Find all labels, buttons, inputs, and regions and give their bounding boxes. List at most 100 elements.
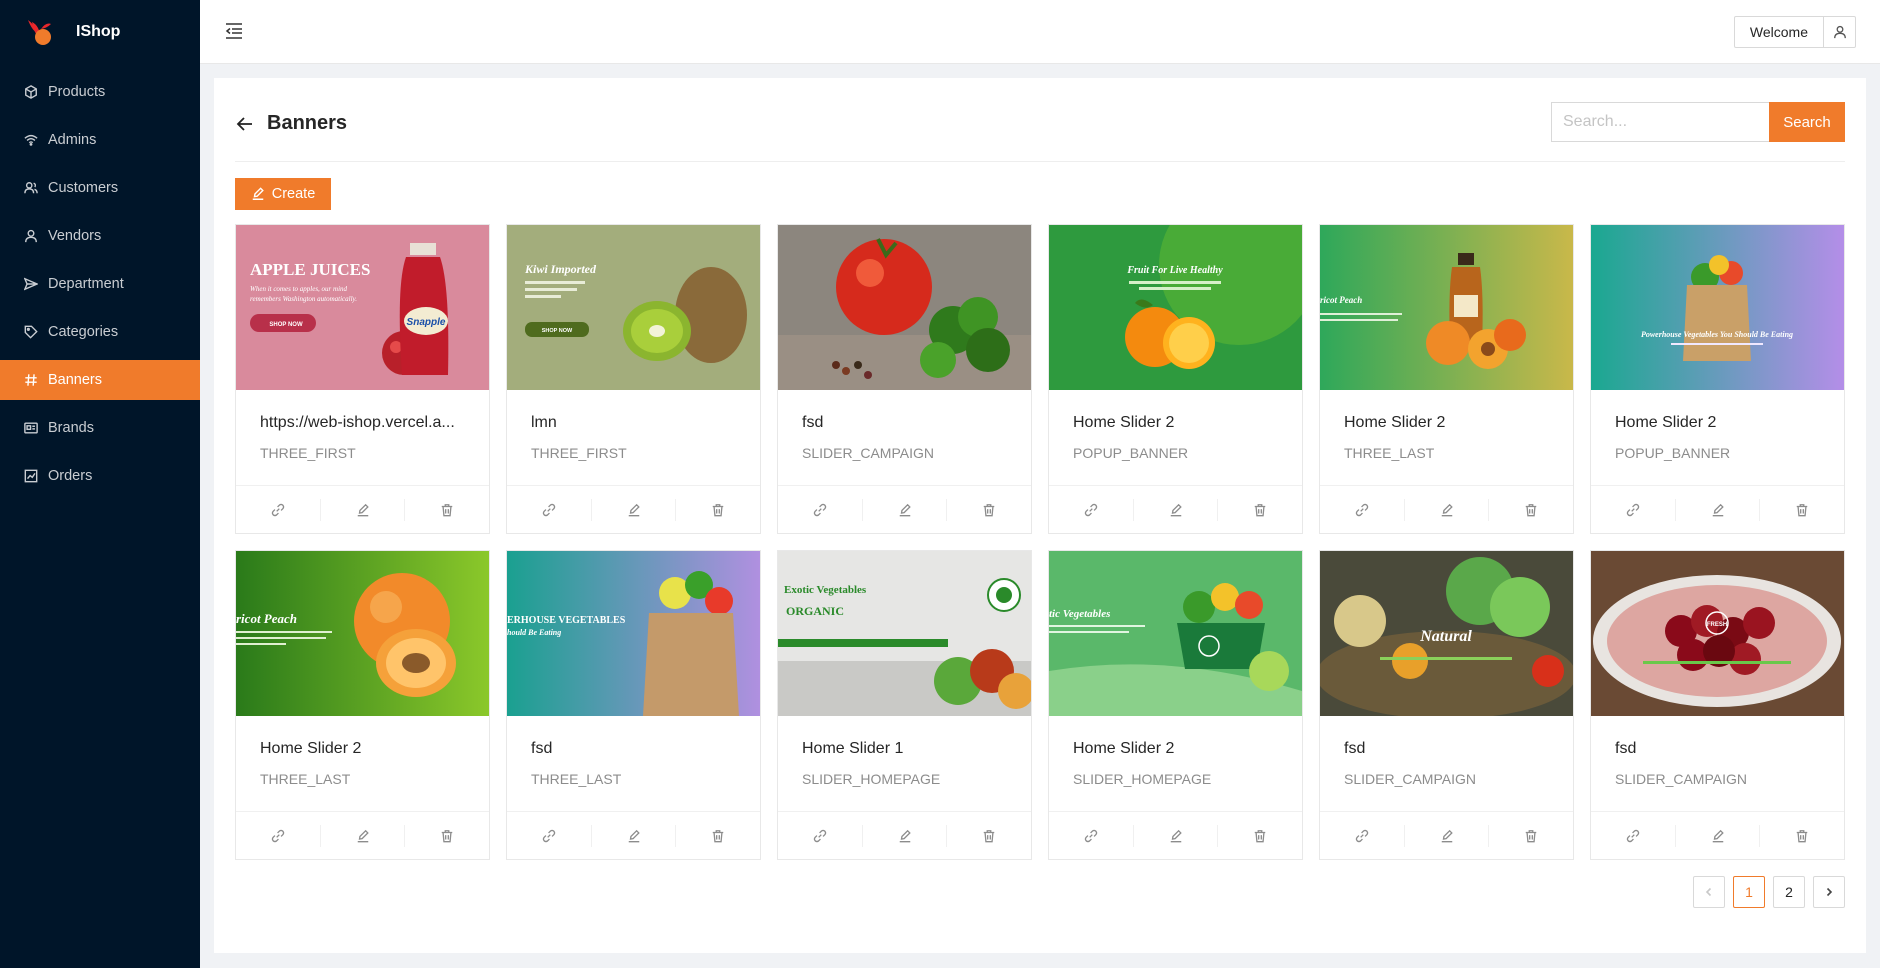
banner-edit-button[interactable]: [863, 498, 948, 521]
delete-icon: [1525, 829, 1537, 842]
banner-delete-button[interactable]: [1218, 499, 1302, 521]
link-icon: [1355, 503, 1369, 516]
arrow-left-icon[interactable]: [235, 114, 255, 134]
sidebar: IShop Products Admins Customers Vendors …: [0, 0, 200, 968]
banner-title: fsd: [802, 414, 824, 431]
banner-link-button[interactable]: [778, 824, 863, 847]
sidebar-item-admins[interactable]: Admins: [0, 120, 200, 160]
banner-edit-button[interactable]: [592, 824, 677, 847]
banner-link-button[interactable]: [1049, 824, 1134, 847]
pagination-page-2[interactable]: 2: [1773, 876, 1805, 908]
sidebar-item-vendors[interactable]: Vendors: [0, 216, 200, 256]
banner-delete-button[interactable]: [676, 499, 760, 521]
sidebar-item-orders[interactable]: Orders: [0, 456, 200, 496]
pagination-prev[interactable]: [1693, 876, 1725, 908]
sidebar-item-categories[interactable]: Categories: [0, 312, 200, 352]
chart-icon: [24, 469, 38, 483]
banner-delete-button[interactable]: [947, 825, 1031, 847]
sidebar-item-brands[interactable]: Brands: [0, 408, 200, 448]
search-input[interactable]: [1551, 102, 1769, 142]
banner-image: tic Vegetables: [1049, 551, 1302, 716]
banner-delete-button[interactable]: [1218, 825, 1302, 847]
banner-edit-button[interactable]: [1405, 824, 1490, 847]
banner-card[interactable]: Exotic Vegetables ORGANIC Home Slider 1 S…: [777, 550, 1032, 860]
banner-type: SLIDER_HOMEPAGE: [802, 771, 941, 787]
banner-delete-button[interactable]: [405, 825, 489, 847]
banner-card[interactable]: ricot Peach Home Slider 2 THREE_LAST: [235, 550, 490, 860]
banner-link-button[interactable]: [1591, 498, 1676, 521]
delete-icon: [1796, 829, 1808, 842]
banner-headline: ERHOUSE VEGETABLES: [507, 615, 626, 626]
sidebar-item-customers[interactable]: Customers: [0, 168, 200, 208]
sidebar-menu: Products Admins Customers Vendors Depart…: [0, 72, 200, 496]
banner-link-button[interactable]: [1049, 498, 1134, 521]
banner-image: APPLE JUICES When it comes to apples, ou…: [236, 225, 489, 390]
banner-delete-button[interactable]: [1489, 825, 1573, 847]
pagination: 1 2: [1693, 876, 1845, 908]
banner-link-button[interactable]: [507, 498, 592, 521]
pagination-next[interactable]: [1813, 876, 1845, 908]
banner-edit-button[interactable]: [321, 824, 406, 847]
banner-edit-button[interactable]: [1134, 498, 1219, 521]
banner-delete-button[interactable]: [1760, 499, 1844, 521]
banner-edit-button[interactable]: [1676, 498, 1761, 521]
banner-actions: [236, 486, 489, 533]
banner-card[interactable]: Powerhouse Vegetables You Should Be Eati…: [1590, 224, 1845, 534]
banner-card[interactable]: Fruit For Live Healthy Home Slider 2 POPU…: [1048, 224, 1303, 534]
sidebar-item-label: Admins: [48, 132, 97, 148]
banner-edit-button[interactable]: [592, 498, 677, 521]
banner-card[interactable]: tic Vegetables Home Slider 2 SLIDER_HOMEP…: [1048, 550, 1303, 860]
sidebar-item-department[interactable]: Department: [0, 264, 200, 304]
banner-link-button[interactable]: [1320, 498, 1405, 521]
create-label: Create: [271, 186, 316, 202]
banner-edit-button[interactable]: [863, 824, 948, 847]
banner-headline: APPLE JUICES: [250, 260, 370, 279]
menu-fold-icon[interactable]: [224, 21, 244, 41]
sidebar-item-label: Products: [48, 84, 106, 100]
pagination-page-1[interactable]: 1: [1733, 876, 1765, 908]
banner-link-button[interactable]: [236, 498, 321, 521]
sidebar-item-products[interactable]: Products: [0, 72, 200, 112]
create-button[interactable]: Create: [235, 178, 331, 210]
banner-subtext: remembers Washington automatically.: [250, 295, 357, 303]
banner-actions: [236, 812, 489, 859]
banner-card[interactable]: Natural fsd SLIDER_CAMPAIGN: [1319, 550, 1574, 860]
banner-edit-button[interactable]: [1134, 824, 1219, 847]
banner-actions: [1049, 486, 1302, 533]
banner-edit-button[interactable]: [321, 498, 406, 521]
banner-link-button[interactable]: [1591, 824, 1676, 847]
banner-actions: [778, 486, 1031, 533]
user-avatar-button[interactable]: [1824, 16, 1856, 48]
banner-card[interactable]: ERHOUSE VEGETABLES hould Be Eating fsd TH…: [506, 550, 761, 860]
edit-icon: [1170, 503, 1182, 516]
banner-edit-button[interactable]: [1405, 498, 1490, 521]
banner-image: ricot Peach: [236, 551, 489, 716]
banner-card[interactable]: FRESH fsd SLIDER_CAMPAIGN: [1590, 550, 1845, 860]
banner-meta: Home Slider 2 POPUP_BANNER: [1049, 390, 1302, 486]
banner-delete-button[interactable]: [676, 825, 760, 847]
banner-delete-button[interactable]: [947, 499, 1031, 521]
banner-link-button[interactable]: [778, 498, 863, 521]
page-header: Banners Search: [235, 100, 1845, 162]
brand-logo-icon: [28, 20, 51, 45]
banner-link-button[interactable]: [507, 824, 592, 847]
edit-icon: [252, 187, 264, 200]
banner-card[interactable]: fsd SLIDER_CAMPAIGN: [777, 224, 1032, 534]
logo[interactable]: IShop: [0, 0, 200, 64]
sidebar-item-banners[interactable]: Banners: [0, 360, 200, 400]
banner-card[interactable]: ricot Peach Home Slider 2 THREE_LAST: [1319, 224, 1574, 534]
product-label: Snapple: [407, 317, 446, 328]
search-button[interactable]: Search: [1769, 102, 1845, 142]
banner-delete-button[interactable]: [405, 499, 489, 521]
banner-edit-button[interactable]: [1676, 824, 1761, 847]
delete-icon: [712, 829, 724, 842]
welcome-button[interactable]: Welcome: [1733, 16, 1824, 48]
id-card-icon: [24, 422, 38, 434]
banner-delete-button[interactable]: [1760, 825, 1844, 847]
banner-card[interactable]: APPLE JUICES When it comes to apples, ou…: [235, 224, 490, 534]
banner-link-button[interactable]: [236, 824, 321, 847]
banner-card[interactable]: Kiwi Imported SHOP NOW lmn THREE_FIRST: [506, 224, 761, 534]
edit-icon: [1441, 503, 1453, 516]
banner-delete-button[interactable]: [1489, 499, 1573, 521]
banner-link-button[interactable]: [1320, 824, 1405, 847]
